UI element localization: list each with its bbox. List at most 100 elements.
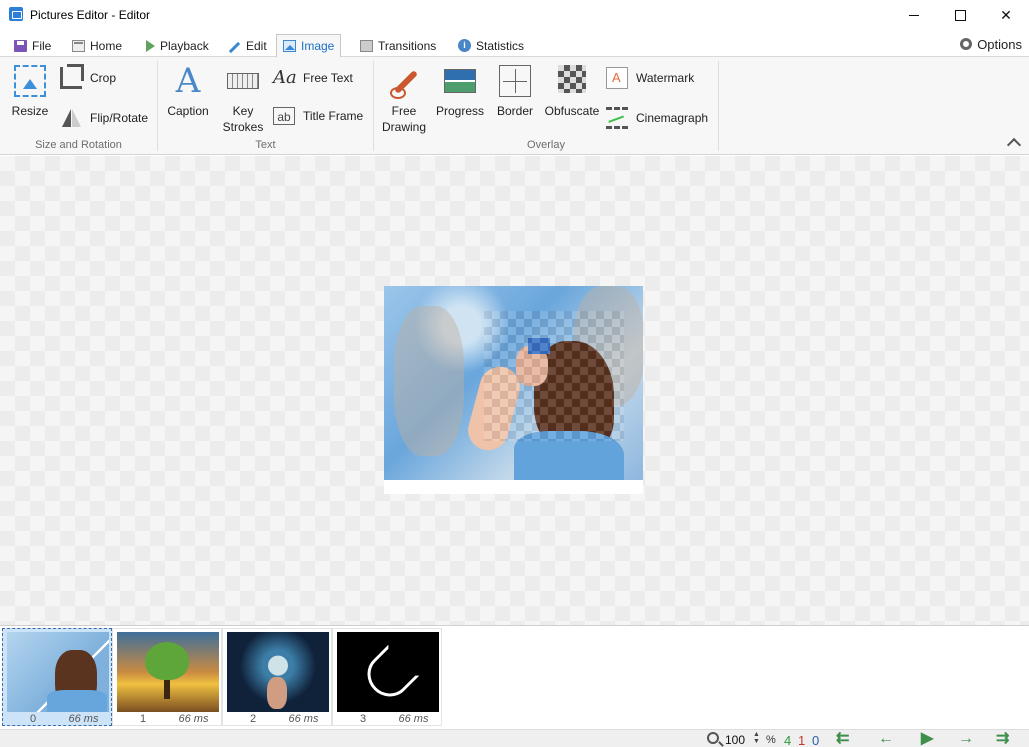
frame-item[interactable]: 3 66 ms bbox=[332, 628, 442, 726]
ribbon-tabs: File Home Playback Edit Image Transition… bbox=[0, 34, 1029, 58]
frame-delay: 66 ms bbox=[178, 713, 209, 725]
frame-item[interactable]: 2 66 ms bbox=[222, 628, 332, 726]
group-label-size-rotation: Size and Rotation bbox=[35, 139, 122, 151]
minimize-button[interactable] bbox=[891, 0, 937, 30]
watermark-button[interactable]: Watermark bbox=[606, 67, 694, 89]
group-divider bbox=[157, 61, 158, 151]
flip-rotate-button[interactable]: Flip/Rotate bbox=[60, 107, 148, 129]
tab-playback[interactable]: Playback bbox=[140, 34, 215, 57]
frame-current-index: 0 bbox=[812, 733, 820, 747]
home-icon bbox=[72, 39, 85, 52]
caption-label: Caption bbox=[167, 104, 209, 118]
progress-label: Progress bbox=[435, 104, 485, 118]
obfuscate-label: Obfuscate bbox=[544, 104, 600, 118]
last-frame-button[interactable]: ⇉ bbox=[996, 731, 1009, 747]
obfuscated-region bbox=[484, 311, 624, 441]
transitions-icon bbox=[360, 39, 373, 52]
ribbon: Resize Crop Flip/Rotate Size and Rotatio… bbox=[0, 57, 1029, 155]
tab-statistics[interactable]: i Statistics bbox=[452, 34, 530, 57]
tab-transitions[interactable]: Transitions bbox=[354, 34, 442, 57]
zoom-stepper[interactable]: ▲ ▼ bbox=[753, 731, 760, 745]
tab-edit[interactable]: Edit bbox=[222, 34, 273, 57]
cinemagraph-button[interactable]: Cinemagraph bbox=[606, 107, 708, 129]
editor-canvas[interactable] bbox=[0, 156, 1029, 625]
crop-label: Crop bbox=[90, 71, 117, 85]
options-label: Options bbox=[977, 36, 1022, 52]
group-label-overlay: Overlay bbox=[527, 139, 565, 151]
free-text-button[interactable]: Aa Free Text bbox=[273, 67, 353, 89]
tab-label: File bbox=[32, 38, 52, 53]
key-strokes-button[interactable]: Key Strokes bbox=[220, 65, 266, 135]
brush-icon bbox=[388, 65, 420, 99]
border-button[interactable]: Border bbox=[493, 65, 537, 119]
tab-label: Image bbox=[301, 39, 335, 53]
resize-icon bbox=[14, 65, 46, 97]
tab-home[interactable]: Home bbox=[66, 34, 128, 57]
zoom-input[interactable]: 100 bbox=[725, 733, 745, 747]
image-icon bbox=[283, 40, 296, 52]
options-button[interactable]: Options bbox=[960, 34, 1022, 54]
frame-count-total: 4 bbox=[784, 733, 792, 747]
crop-button[interactable]: Crop bbox=[60, 64, 117, 89]
free-drawing-button[interactable]: Free Drawing bbox=[380, 65, 428, 135]
title-frame-button[interactable]: ab Title Frame bbox=[273, 107, 363, 125]
border-label: Border bbox=[496, 104, 534, 118]
frame-thumbnail bbox=[227, 632, 329, 712]
free-drawing-label-2: Drawing bbox=[381, 120, 426, 134]
next-frame-button[interactable]: → bbox=[958, 731, 974, 747]
close-button[interactable]: ✕ bbox=[983, 0, 1029, 30]
watermark-label: Watermark bbox=[636, 71, 695, 85]
window-title: Pictures Editor - Editor bbox=[30, 8, 151, 22]
frame-delay: 66 ms bbox=[288, 713, 319, 725]
frame-count-selected: 1 bbox=[798, 733, 806, 747]
title-frame-icon: ab bbox=[273, 107, 295, 125]
tab-label: Home bbox=[90, 38, 123, 53]
title-bar: Pictures Editor - Editor ✕ bbox=[0, 0, 1029, 30]
frame-list: 0 66 ms 1 66 ms 2 66 ms 3 66 ms bbox=[0, 625, 1029, 729]
maximize-button[interactable] bbox=[937, 0, 983, 30]
frame-number: 3 bbox=[359, 713, 367, 725]
app-icon bbox=[9, 7, 23, 21]
background-tree bbox=[394, 306, 464, 456]
resize-label: Resize bbox=[11, 104, 49, 118]
watermark-icon bbox=[606, 67, 628, 89]
tab-image[interactable]: Image bbox=[276, 34, 342, 58]
tab-file[interactable]: File bbox=[8, 34, 57, 57]
photo bbox=[384, 286, 643, 480]
free-text-icon: Aa bbox=[273, 67, 297, 88]
collapse-ribbon-icon[interactable] bbox=[1006, 137, 1022, 153]
crop-icon bbox=[60, 64, 84, 89]
tab-label: Statistics bbox=[476, 38, 525, 53]
group-divider bbox=[373, 61, 374, 151]
play-icon bbox=[146, 39, 155, 52]
progress-button[interactable]: Progress bbox=[434, 65, 486, 119]
frame-thumbnail bbox=[117, 632, 219, 712]
keyboard-icon bbox=[227, 73, 259, 89]
obfuscate-button[interactable]: Obfuscate bbox=[543, 65, 601, 119]
frame-delay: 66 ms bbox=[68, 713, 99, 725]
flip-rotate-label: Flip/Rotate bbox=[90, 111, 149, 125]
obfuscate-icon bbox=[558, 65, 586, 93]
status-bar: 100 ▲ ▼ % 4 1 0 ⇇ ← ▶ → ⇉ bbox=[0, 729, 1029, 747]
progress-icon bbox=[444, 69, 476, 93]
tab-label: Playback bbox=[160, 38, 209, 53]
frame-item[interactable]: 1 66 ms bbox=[112, 628, 222, 726]
play-button[interactable]: ▶ bbox=[921, 731, 933, 747]
tab-label: Transitions bbox=[378, 38, 437, 53]
border-icon bbox=[499, 65, 531, 97]
frame-thumbnail bbox=[7, 632, 109, 712]
previous-frame-button[interactable]: ← bbox=[878, 731, 894, 747]
caption-button[interactable]: A Caption bbox=[164, 61, 212, 119]
key-strokes-label-2: Strokes bbox=[222, 120, 264, 134]
first-frame-button[interactable]: ⇇ bbox=[836, 731, 849, 747]
zoom-unit: % bbox=[766, 734, 776, 746]
zoom-icon bbox=[707, 732, 719, 744]
frame-delay: 66 ms bbox=[398, 713, 429, 725]
free-drawing-label-1: Free bbox=[391, 104, 417, 118]
group-divider bbox=[718, 61, 719, 151]
tab-label: Edit bbox=[246, 38, 267, 53]
frame-item[interactable]: 0 66 ms bbox=[2, 628, 112, 726]
frame-thumbnail bbox=[337, 632, 439, 712]
caption-icon: A bbox=[175, 61, 201, 101]
resize-button[interactable]: Resize bbox=[10, 65, 50, 119]
